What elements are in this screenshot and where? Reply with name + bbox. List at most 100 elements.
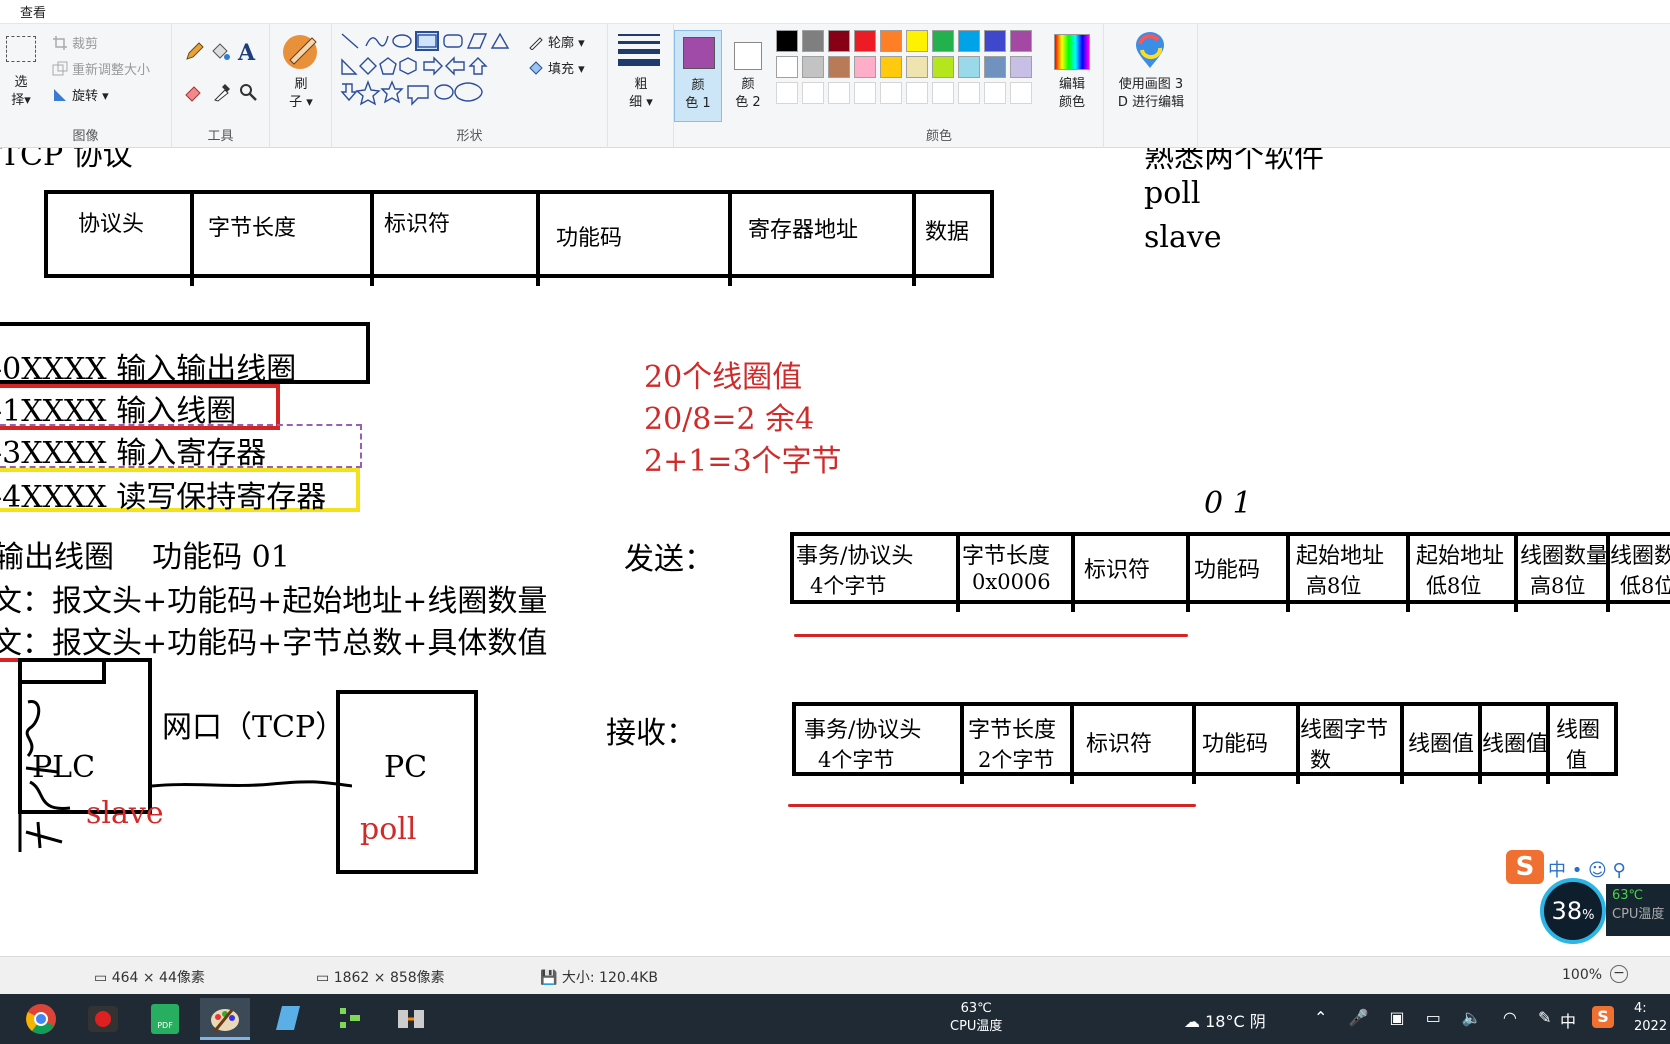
color-swatch[interactable] bbox=[1010, 56, 1032, 78]
paint3d-button[interactable]: 使用画图 3D 进行编辑 bbox=[1104, 76, 1198, 112]
sogou-ime-icon[interactable]: S bbox=[1506, 850, 1544, 884]
select-icon[interactable] bbox=[6, 36, 36, 62]
recv-cell-line1: 标识符 bbox=[1086, 732, 1153, 757]
calc-line: 20/8=2 余4 bbox=[644, 402, 815, 437]
magnifier-icon[interactable] bbox=[238, 82, 258, 106]
color2-button[interactable]: 颜色 2 bbox=[724, 30, 772, 122]
color-swatch[interactable] bbox=[828, 56, 850, 78]
color-swatch[interactable] bbox=[984, 56, 1006, 78]
drawing-canvas[interactable]: …TCP 协议 协议头 字节长度 标识符 功能码 寄存器地址 数据 熟悉两个软件… bbox=[0, 148, 1670, 956]
custom-color-slot[interactable] bbox=[776, 82, 798, 104]
color-swatch[interactable] bbox=[776, 30, 798, 52]
send-divider bbox=[1514, 532, 1518, 612]
brush-button[interactable]: 刷 子 ▾ bbox=[270, 76, 332, 112]
color-swatch[interactable] bbox=[802, 56, 824, 78]
zoom-level: 100% bbox=[1562, 967, 1603, 983]
custom-color-slot[interactable] bbox=[932, 82, 954, 104]
color-swatch[interactable] bbox=[880, 30, 902, 52]
color-swatch[interactable] bbox=[958, 56, 980, 78]
brush-label: 刷 bbox=[294, 77, 308, 92]
clock[interactable]: 4: 2022 bbox=[1634, 1000, 1667, 1036]
edit-colors-icon bbox=[1054, 34, 1090, 70]
send-divider bbox=[1406, 532, 1410, 612]
color-swatch[interactable] bbox=[906, 56, 928, 78]
custom-color-slot[interactable] bbox=[906, 82, 928, 104]
custom-color-slot[interactable] bbox=[1010, 82, 1032, 104]
fill-button[interactable]: 填充 ▾ bbox=[528, 58, 585, 77]
color-swatch[interactable] bbox=[906, 30, 928, 52]
size-button[interactable]: 粗 细 ▾ bbox=[608, 76, 674, 112]
header-cell: 字节长度 bbox=[208, 216, 297, 241]
custom-color-slot[interactable] bbox=[828, 82, 850, 104]
send-underline bbox=[794, 634, 1188, 637]
pencil-icon[interactable] bbox=[184, 42, 204, 66]
custom-color-slot[interactable] bbox=[802, 82, 824, 104]
color-swatch[interactable] bbox=[932, 56, 954, 78]
recv-cell-line2: 值 bbox=[1566, 748, 1587, 772]
color-swatch[interactable] bbox=[802, 30, 824, 52]
send-cell-line1: 起始地址 bbox=[1296, 544, 1385, 569]
pdf-taskbar-icon[interactable]: PDF bbox=[140, 998, 190, 1040]
select-label: 选 bbox=[14, 75, 28, 90]
ime-indicator[interactable]: 中 bbox=[1560, 1008, 1576, 1032]
notebook-taskbar-icon[interactable] bbox=[262, 998, 312, 1040]
edit-colors-button[interactable]: 编辑 颜色 bbox=[1040, 76, 1104, 112]
recv-cell-line1: 功能码 bbox=[1202, 732, 1269, 757]
header-cell: 协议头 bbox=[78, 212, 145, 237]
header-divider bbox=[370, 190, 374, 286]
send-cell-line1: 起始地址 bbox=[1416, 544, 1505, 569]
color-swatch[interactable] bbox=[958, 30, 980, 52]
ribbon: 选 择▾ 裁剪 重新调整大小 旋转 ▾ 图像 A 工具 刷 子 ▾ 轮廓 ▾ 填… bbox=[0, 24, 1670, 148]
paint-taskbar-icon[interactable] bbox=[200, 998, 250, 1040]
color-swatch[interactable] bbox=[984, 30, 1006, 52]
color-swatch[interactable] bbox=[828, 30, 850, 52]
recv-cell-line1: 事务/协议头 bbox=[804, 718, 922, 743]
sogou-tray-icon[interactable]: S bbox=[1592, 1006, 1614, 1028]
shapes-gallery[interactable] bbox=[338, 30, 510, 108]
crop-button[interactable]: 裁剪 bbox=[52, 33, 98, 52]
color-swatch[interactable] bbox=[1010, 30, 1032, 52]
network-tool-taskbar-icon[interactable] bbox=[386, 998, 436, 1040]
tray-icons[interactable]: ⌃ 🎤 ▣ ▭ 🔈 ◠ ✎ bbox=[1314, 1008, 1559, 1027]
plc-label: PLC bbox=[32, 750, 96, 785]
size-group: 粗 细 ▾ bbox=[608, 24, 674, 148]
custom-color-slot[interactable] bbox=[880, 82, 902, 104]
receive-label: 接收： bbox=[606, 716, 696, 751]
header-cell: 功能码 bbox=[556, 226, 623, 251]
register-line: -0XXXX 输入输出线圈 bbox=[0, 352, 297, 387]
custom-color-slot[interactable] bbox=[958, 82, 980, 104]
ime-toolbar-icons[interactable]: 中 • ☺ ⚲ bbox=[1548, 856, 1626, 882]
outline-icon bbox=[528, 34, 544, 51]
send-cell-line1: 事务/协议头 bbox=[796, 544, 914, 569]
resize-button[interactable]: 重新调整大小 bbox=[52, 59, 150, 78]
color-swatch[interactable] bbox=[880, 56, 902, 78]
header-cell: 寄存器地址 bbox=[748, 218, 859, 243]
send-cell-line2: 4个字节 bbox=[810, 574, 887, 598]
send-cell-line1: 线圈数 bbox=[1610, 544, 1670, 569]
tool-taskbar-icon[interactable] bbox=[324, 998, 374, 1040]
text-icon[interactable]: A bbox=[238, 40, 255, 66]
recv-cell-line1: 字节长度 bbox=[968, 718, 1057, 743]
image-group: 选 择▾ 裁剪 重新调整大小 旋转 ▾ 图像 bbox=[0, 24, 172, 148]
outline-button[interactable]: 轮廓 ▾ bbox=[528, 32, 585, 51]
color-swatch[interactable] bbox=[932, 30, 954, 52]
chrome-taskbar-icon[interactable] bbox=[16, 998, 66, 1040]
color-swatch[interactable] bbox=[776, 56, 798, 78]
custom-color-slot[interactable] bbox=[984, 82, 1006, 104]
right-note: poll bbox=[1144, 176, 1201, 211]
select-button[interactable]: 选 择▾ bbox=[6, 74, 36, 110]
color-swatch[interactable] bbox=[854, 56, 876, 78]
recorder-taskbar-icon[interactable] bbox=[78, 998, 128, 1040]
color-picker-icon[interactable] bbox=[212, 82, 232, 106]
custom-color-slot[interactable] bbox=[854, 82, 876, 104]
eraser-icon[interactable] bbox=[184, 82, 204, 106]
color-swatch[interactable] bbox=[854, 30, 876, 52]
zoom-out-button[interactable]: − bbox=[1610, 965, 1628, 983]
weather-widget[interactable]: ☁ 18°C 阴 bbox=[1184, 1008, 1266, 1032]
fill-icon[interactable] bbox=[210, 42, 230, 66]
view-tab[interactable]: 查看 bbox=[20, 2, 46, 21]
receive-divider bbox=[1400, 702, 1404, 784]
cpu-percent-unit: % bbox=[1582, 908, 1595, 923]
rotate-button[interactable]: 旋转 ▾ bbox=[52, 85, 109, 104]
color1-button[interactable]: 颜色 1 bbox=[674, 30, 722, 122]
